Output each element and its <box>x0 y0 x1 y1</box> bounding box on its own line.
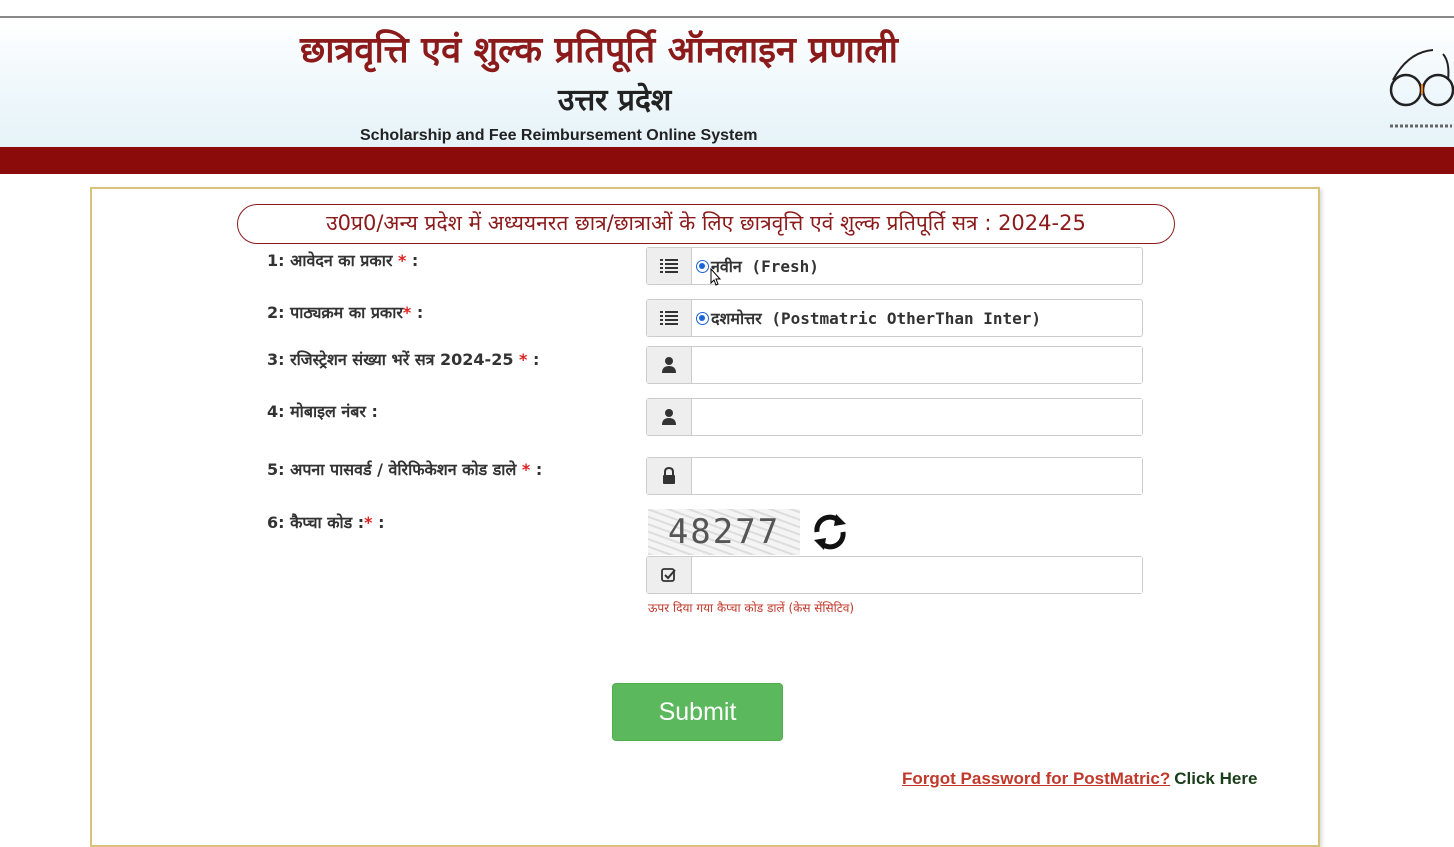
swachh-bharat-glasses-icon <box>1389 49 1454 128</box>
password-group <box>646 457 1143 495</box>
header-band <box>0 147 1454 174</box>
radio-button-selected[interactable] <box>696 311 709 325</box>
mobile-number-group <box>646 398 1143 436</box>
registration-number-input[interactable] <box>692 347 1142 383</box>
mouse-cursor-icon <box>710 268 722 286</box>
user-icon <box>647 347 692 383</box>
refresh-captcha-icon[interactable] <box>810 512 850 552</box>
course-type-field[interactable]: दशमोत्तर (Postmatric OtherThan Inter) <box>646 299 1143 337</box>
captcha-group <box>646 556 1143 594</box>
forgot-password-row: Forgot Password for PostMatric? Click Her… <box>902 769 1257 789</box>
label-application-type: 1: आवेदन का प्रकार * : <box>267 251 419 270</box>
label-registration-number: 3: रजिस्ट्रेशन संख्या भरें सत्र 2024-25 … <box>267 350 540 369</box>
list-icon <box>647 248 692 284</box>
site-title-english: Scholarship and Fee Reimbursement Online… <box>360 127 758 144</box>
forgot-password-link[interactable]: Forgot Password for PostMatric? <box>902 769 1170 788</box>
user-icon <box>647 399 692 435</box>
mobile-number-input[interactable] <box>692 399 1142 435</box>
list-icon <box>647 300 692 336</box>
site-header: छात्रवृत्ति एवं शुल्क प्रतिपूर्ति ऑनलाइन… <box>0 16 1454 147</box>
radio-fresh[interactable]: नवीन (Fresh) <box>692 248 1142 284</box>
captcha-hint: ऊपर दिया गया कैप्चा कोड डालें (केस सेंसि… <box>648 601 855 615</box>
captcha-image: 48277 <box>648 509 800 555</box>
radio-button-selected[interactable] <box>696 259 709 273</box>
click-here-link[interactable]: Click Here <box>1174 769 1257 788</box>
submit-button[interactable]: Submit <box>612 683 783 741</box>
label-mobile-number: 4: मोबाइल नंबर : <box>267 402 378 421</box>
registration-number-group <box>646 346 1143 384</box>
password-input[interactable] <box>692 458 1142 494</box>
lock-icon <box>647 458 692 494</box>
login-form-panel: उ0प्र0/अन्य प्रदेश में अध्ययनरत छात्र/छा… <box>90 187 1320 847</box>
session-title: उ0प्र0/अन्य प्रदेश में अध्ययनरत छात्र/छा… <box>237 204 1175 244</box>
state-name: उत्तर प्रदेश <box>558 83 672 118</box>
captcha-input[interactable] <box>692 557 1142 593</box>
label-course-type: 2: पाठ्यक्रम का प्रकार* : <box>267 303 424 322</box>
label-captcha: 6: कैप्चा कोड :* : <box>267 513 385 532</box>
site-title-hindi: छात्रवृत्ति एवं शुल्क प्रतिपूर्ति ऑनलाइन… <box>300 29 898 71</box>
radio-postmatric[interactable]: दशमोत्तर (Postmatric OtherThan Inter) <box>692 300 1142 336</box>
label-password: 5: अपना पासवर्ड / वेरिफिकेशन कोड डाले * … <box>267 460 543 479</box>
check-square-icon <box>647 557 692 593</box>
